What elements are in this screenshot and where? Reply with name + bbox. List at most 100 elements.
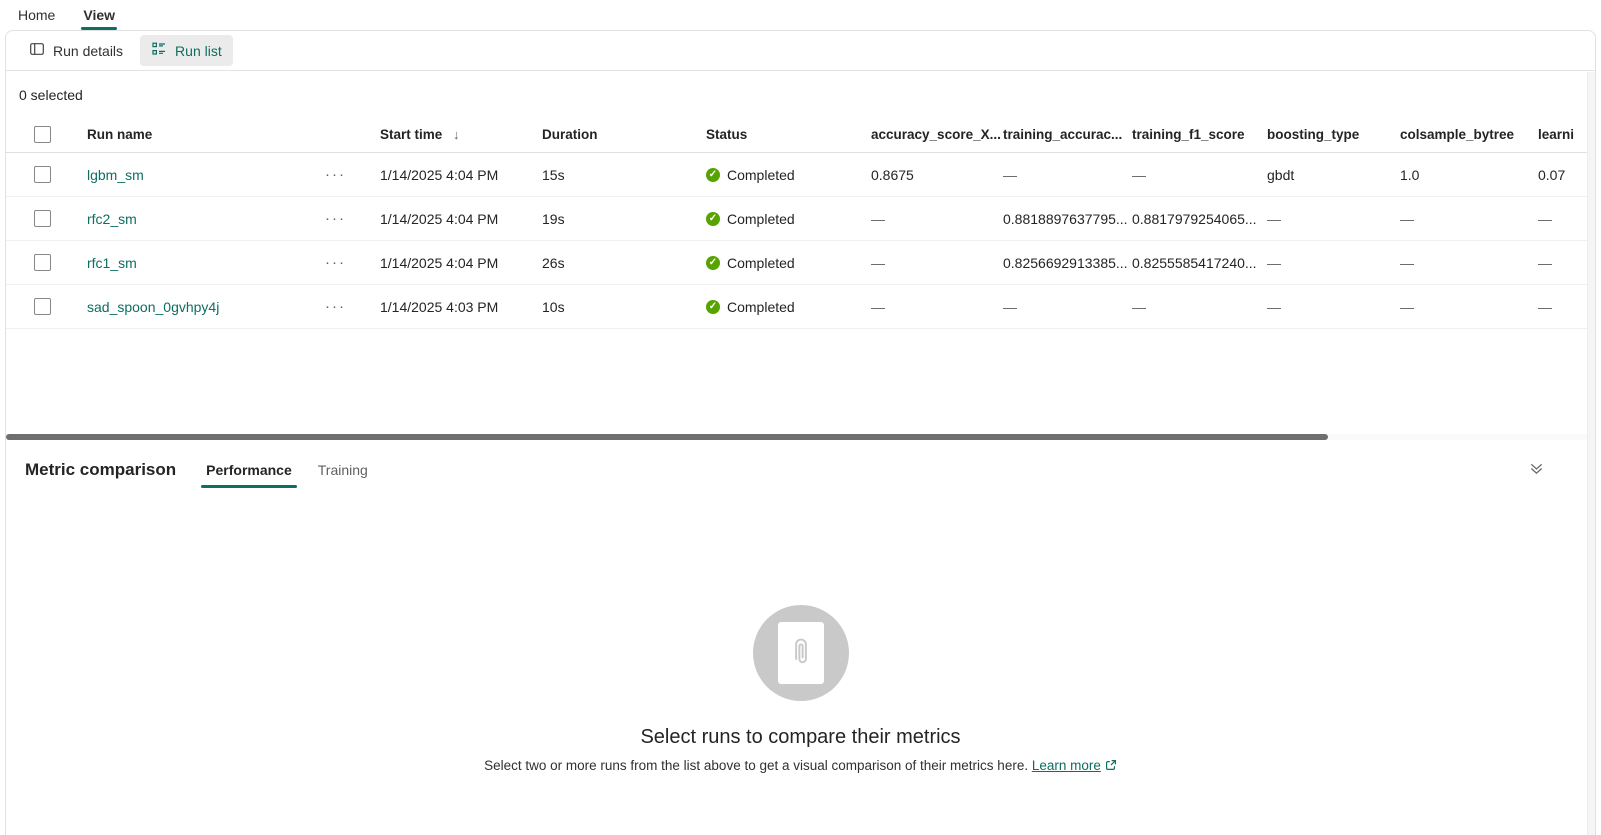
boosting-type-value: — — [1267, 254, 1281, 271]
run-name-link[interactable]: rfc2_sm — [87, 211, 137, 227]
boosting-type-value: gbdt — [1267, 166, 1295, 183]
horizontal-scrollbar-thumb[interactable] — [6, 434, 1328, 440]
content-card: Run details Run list 0 selected Run name… — [5, 30, 1596, 835]
start-time-value: 1/14/2025 4:03 PM — [380, 298, 499, 315]
active-tab-underline — [201, 485, 297, 488]
start-time-label: Start time — [380, 126, 443, 142]
metric-panel-title: Metric comparison — [25, 460, 177, 479]
column-header-duration[interactable]: Duration — [542, 127, 706, 142]
start-time-value: 1/14/2025 4:04 PM — [380, 254, 499, 271]
status-value: ✓ Completed — [706, 255, 871, 271]
column-header-boosting-type[interactable]: boosting_type — [1267, 127, 1400, 142]
status-badge: ✓ Completed — [706, 167, 859, 183]
paperclip-icon — [788, 635, 814, 672]
status-badge: ✓ Completed — [706, 211, 859, 227]
horizontal-scrollbar-track[interactable] — [6, 434, 1595, 440]
column-header-colsample-bytree[interactable]: colsample_bytree — [1400, 127, 1538, 142]
row-checkbox[interactable] — [34, 210, 51, 227]
metric-panel-header: Metric comparison Performance Training — [6, 454, 1595, 488]
colsample-bytree-value: — — [1400, 210, 1414, 227]
double-chevron-down-icon — [1529, 461, 1544, 479]
empty-state-illustration — [752, 605, 849, 701]
learn-more-link[interactable]: Learn more — [1032, 758, 1101, 773]
tab-view[interactable]: View — [81, 0, 118, 30]
more-options-icon[interactable]: ··· — [321, 252, 350, 273]
duration-value: 19s — [542, 210, 565, 227]
column-header-run-name[interactable]: Run name — [87, 127, 321, 142]
select-all-cell — [6, 125, 87, 143]
start-time-value: 1/14/2025 4:04 PM — [380, 166, 499, 183]
run-name-link[interactable]: rfc1_sm — [87, 255, 137, 271]
row-select-cell — [6, 210, 87, 227]
row-select-cell — [6, 298, 87, 315]
accuracy-score-value: — — [871, 254, 885, 271]
run-name-link[interactable]: sad_spoon_0gvhpy4j — [87, 299, 219, 315]
more-options-icon[interactable]: ··· — [321, 296, 350, 317]
view-toolbar: Run details Run list — [6, 31, 1595, 71]
tab-performance-label: Performance — [206, 462, 292, 478]
check-circle-icon: ✓ — [706, 299, 720, 314]
duration-value: 26s — [542, 254, 565, 271]
row-select-cell — [6, 166, 87, 183]
status-label: Completed — [727, 254, 795, 271]
training-f1-value: 0.8255585417240... — [1132, 254, 1257, 271]
tab-home[interactable]: Home — [18, 0, 55, 30]
table-row[interactable]: lgbm_sm ··· 1/14/2025 4:04 PM 15s ✓ Comp… — [6, 153, 1595, 197]
open-in-new-icon — [1105, 759, 1117, 774]
select-all-checkbox[interactable] — [34, 125, 51, 143]
duration-value: 15s — [542, 166, 565, 183]
row-checkbox[interactable] — [34, 298, 51, 315]
training-accuracy-value: — — [1003, 298, 1017, 315]
status-badge: ✓ Completed — [706, 255, 859, 271]
column-header-status[interactable]: Status — [706, 127, 871, 142]
training-f1-value: — — [1132, 166, 1146, 183]
status-value: ✓ Completed — [706, 211, 871, 227]
run-table-area: 0 selected Run name Start time ↓ Duratio… — [6, 71, 1595, 434]
boosting-type-value: — — [1267, 210, 1281, 227]
run-table-header-row: Run name Start time ↓ Duration Status ac… — [6, 116, 1595, 153]
training-accuracy-value: 0.8818897637795... — [1003, 210, 1128, 227]
run-name-link[interactable]: lgbm_sm — [87, 167, 144, 183]
training-f1-value: — — [1132, 298, 1146, 315]
accuracy-score-value: — — [871, 298, 885, 315]
metric-empty-state: Select runs to compare their metrics Sel… — [6, 605, 1595, 774]
run-list-button[interactable]: Run list — [140, 35, 233, 66]
table-row[interactable]: rfc1_sm ··· 1/14/2025 4:04 PM 26s ✓ Comp… — [6, 241, 1595, 285]
row-select-cell — [6, 254, 87, 271]
sort-descending-icon: ↓ — [453, 126, 460, 142]
more-options-icon[interactable]: ··· — [321, 164, 350, 185]
tab-training-label: Training — [317, 462, 368, 478]
run-details-button[interactable]: Run details — [18, 35, 134, 66]
training-accuracy-value: 0.8256692913385... — [1003, 254, 1128, 271]
status-label: Completed — [727, 210, 795, 227]
bulleted-list-icon — [151, 41, 167, 60]
collapse-panel-button[interactable] — [1522, 456, 1550, 484]
check-circle-icon: ✓ — [706, 167, 720, 182]
selection-status: 0 selected — [19, 87, 83, 103]
more-options-icon[interactable]: ··· — [321, 208, 350, 229]
tab-view-label: View — [83, 7, 116, 23]
tab-training[interactable]: Training — [315, 454, 371, 486]
vertical-scrollbar-track[interactable] — [1587, 72, 1595, 835]
table-row[interactable]: rfc2_sm ··· 1/14/2025 4:04 PM 19s ✓ Comp… — [6, 197, 1595, 241]
tab-performance[interactable]: Performance — [201, 454, 297, 488]
boosting-type-value: — — [1267, 298, 1281, 315]
run-list-label: Run list — [175, 42, 222, 59]
ribbon-tab-bar: Home View — [0, 0, 1601, 30]
row-checkbox[interactable] — [34, 254, 51, 271]
status-label: Completed — [727, 166, 795, 183]
accuracy-score-value: — — [871, 210, 885, 227]
table-row[interactable]: sad_spoon_0gvhpy4j ··· 1/14/2025 4:03 PM… — [6, 285, 1595, 329]
metric-comparison-panel: Metric comparison Performance Training S… — [6, 440, 1595, 829]
run-details-label: Run details — [53, 42, 124, 59]
row-checkbox[interactable] — [34, 166, 51, 183]
status-value: ✓ Completed — [706, 299, 871, 315]
column-header-accuracy-score[interactable]: accuracy_score_X... — [871, 127, 1003, 142]
column-header-training-f1-score[interactable]: training_f1_score — [1132, 127, 1267, 142]
empty-state-heading: Select runs to compare their metrics — [640, 726, 961, 748]
colsample-bytree-value: — — [1400, 298, 1414, 315]
column-header-start-time[interactable]: Start time ↓ — [380, 127, 542, 142]
status-value: ✓ Completed — [706, 167, 871, 183]
column-header-training-accuracy[interactable]: training_accurac... — [1003, 127, 1132, 142]
document-shape — [777, 622, 824, 684]
